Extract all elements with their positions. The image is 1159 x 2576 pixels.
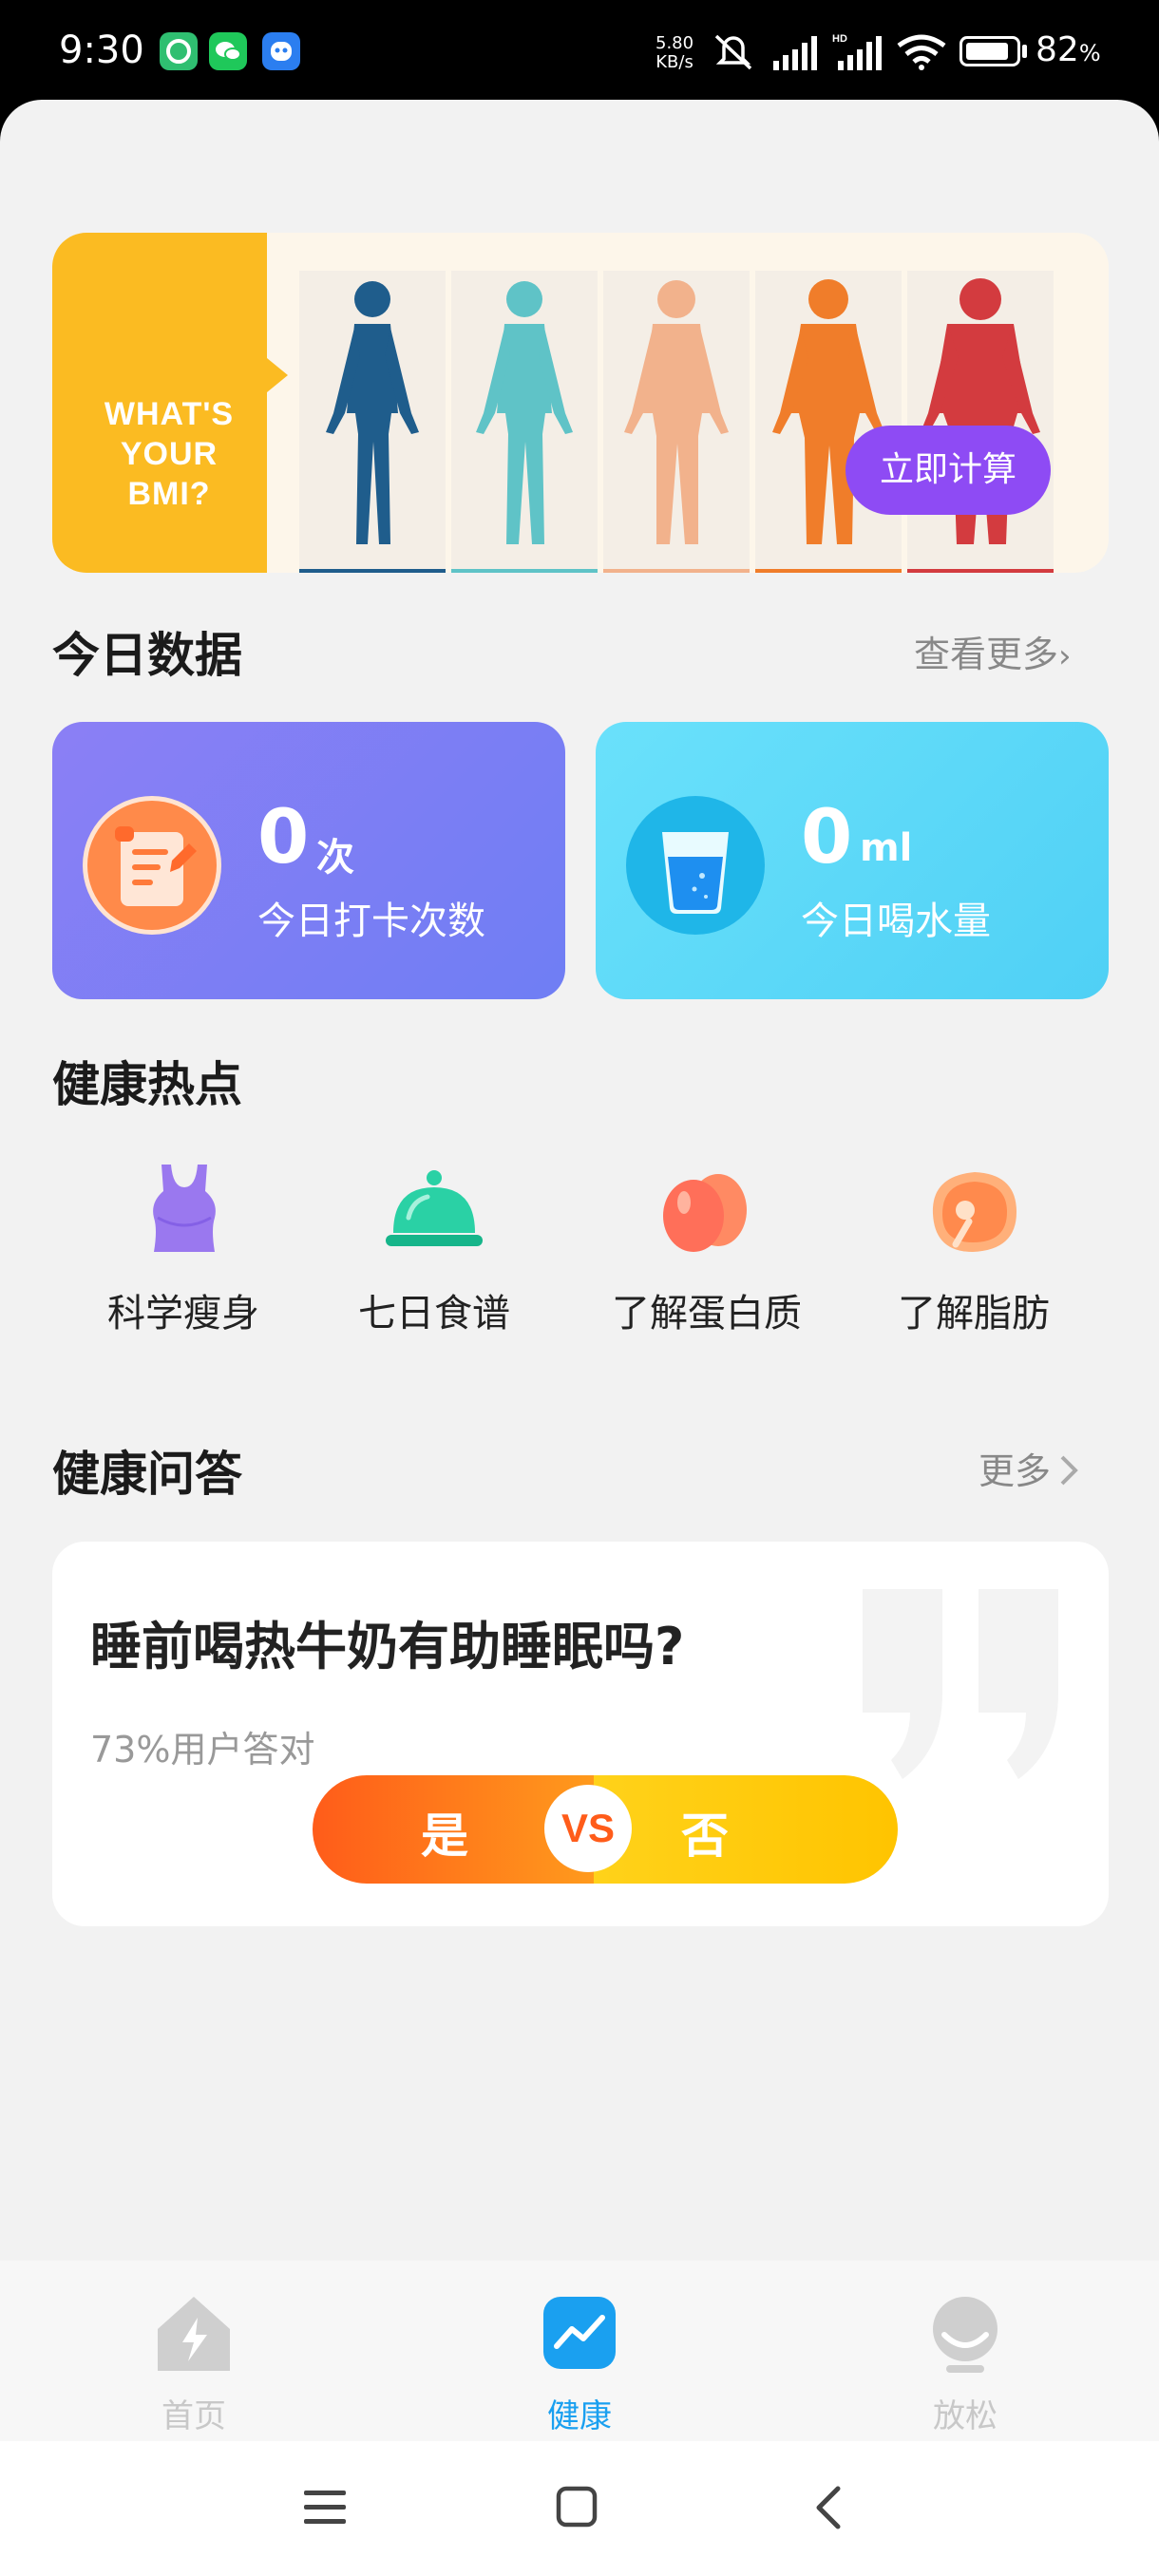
tab-home[interactable]: 首页 [80, 2261, 308, 2441]
checkin-card[interactable]: 0 次 今日打卡次数 [52, 722, 565, 999]
banner-bmi-text: WHAT'S YOUR BMI? [79, 394, 259, 514]
battery-percent-value: 82 [1036, 30, 1079, 69]
answer-no-label: 否 [681, 1809, 729, 1864]
calculate-bmi-button[interactable]: 立即计算 [846, 426, 1051, 515]
network-speed: 5.80 KB/s [656, 34, 694, 72]
silent-icon [714, 34, 752, 70]
figure-panel [907, 271, 1054, 573]
body-figure-icon [476, 281, 573, 544]
banner-text-line: YOUR [120, 436, 218, 472]
tab-relax-label: 放松 [933, 2397, 998, 2435]
section-title-health-hot: 健康热点 [52, 1057, 242, 1112]
answer-no-button[interactable]: 否 [594, 1775, 898, 1884]
figure-panel [603, 271, 750, 573]
status-time: 9:30 [59, 28, 144, 72]
chevron-right-icon: › [1058, 637, 1072, 675]
water-card[interactable]: 0 ml 今日喝水量 [596, 722, 1109, 999]
bmi-banner[interactable]: WHAT'S YOUR BMI? [52, 233, 1109, 573]
home-square-icon[interactable] [555, 2485, 598, 2529]
wifi-icon [897, 34, 946, 70]
water-amount: 0 [801, 795, 853, 881]
svg-text:HD: HD [832, 33, 847, 45]
status-bar: 9:30 5.80 KB/s HD 82% [0, 0, 1159, 100]
tab-relax[interactable]: 放松 [851, 2261, 1079, 2441]
battery-icon [960, 36, 1020, 66]
network-speed-value: 5.80 [656, 33, 694, 53]
figure-underline [451, 569, 598, 573]
body-figure-icon [326, 281, 419, 544]
back-icon[interactable] [809, 2483, 847, 2532]
hot-item-label: 七日食谱 [358, 1292, 510, 1335]
hot-item-label: 了解脂肪 [898, 1292, 1050, 1335]
signal-icon [773, 36, 817, 70]
network-speed-unit: KB/s [656, 52, 694, 72]
figure-panel [755, 271, 902, 573]
app-icon-green [160, 32, 198, 70]
more-label: 更多 [978, 1450, 1052, 1492]
banner-text-line: WHAT'S [104, 396, 235, 432]
battery-tip [1022, 45, 1027, 58]
vs-badge: VS [544, 1785, 632, 1872]
tank-top-icon [153, 1165, 216, 1252]
figure-underline [603, 569, 750, 573]
qa-card: 睡前喝热牛奶有助睡眠吗? 73%用户答对 是 否 VS [52, 1542, 1109, 1926]
tab-bar: 首页 健康 放松 [0, 2261, 1159, 2441]
banner-text-line: BMI? [127, 476, 211, 512]
banner-arrow [267, 358, 288, 392]
checkin-unit: 次 [316, 836, 354, 880]
hot-item-label: 科学瘦身 [107, 1292, 259, 1335]
checkin-count: 0 [257, 795, 310, 881]
battery-percent: 82% [1036, 30, 1101, 69]
more-link[interactable]: 更多 [978, 1442, 1081, 1494]
tab-health[interactable]: 健康 [466, 2261, 694, 2441]
view-more-label: 查看更多 [914, 634, 1059, 675]
section-title-health-qa: 健康问答 [52, 1447, 242, 1502]
qa-stat: 73%用户答对 [90, 1729, 315, 1771]
meat-icon [932, 1172, 1016, 1252]
food-cloche-icon [386, 1170, 483, 1246]
body-figure-icon [921, 278, 1040, 544]
chevron-right-icon [1060, 1455, 1078, 1486]
answer-yes-label: 是 [421, 1809, 468, 1864]
water-glass-icon [626, 796, 765, 935]
water-unit: ml [860, 826, 913, 870]
health-chart-icon [543, 2297, 616, 2369]
system-nav-bar [0, 2441, 1159, 2576]
body-figure-icon [624, 280, 729, 544]
hot-item-label: 了解蛋白质 [612, 1292, 802, 1335]
relax-face-icon [933, 2297, 998, 2373]
eggs-icon [663, 1174, 747, 1252]
wechat-icon [209, 32, 247, 70]
figure-underline [755, 569, 902, 573]
menu-icon[interactable] [302, 2487, 348, 2529]
home-icon [158, 2297, 230, 2371]
body-figure-icon [772, 279, 884, 544]
quote-mark-icon [863, 1589, 1058, 1779]
figure-panel [299, 271, 446, 573]
view-more-link[interactable]: 查看更多› [914, 625, 1072, 677]
battery-percent-suffix: % [1078, 40, 1101, 66]
qa-question: 睡前喝热牛奶有助睡眠吗? [90, 1617, 685, 1676]
hd-signal-icon: HD [832, 33, 882, 70]
figure-underline [907, 569, 1054, 573]
tab-home-label: 首页 [162, 2397, 226, 2435]
tab-health-label: 健康 [547, 2397, 612, 2435]
notepad-icon [83, 796, 221, 935]
figure-underline [299, 569, 446, 573]
checkin-label: 今日打卡次数 [257, 900, 485, 943]
app-icon-blue [262, 32, 300, 70]
figure-panel [451, 271, 598, 573]
water-label: 今日喝水量 [801, 900, 991, 943]
section-title-today-data: 今日数据 [52, 628, 242, 683]
